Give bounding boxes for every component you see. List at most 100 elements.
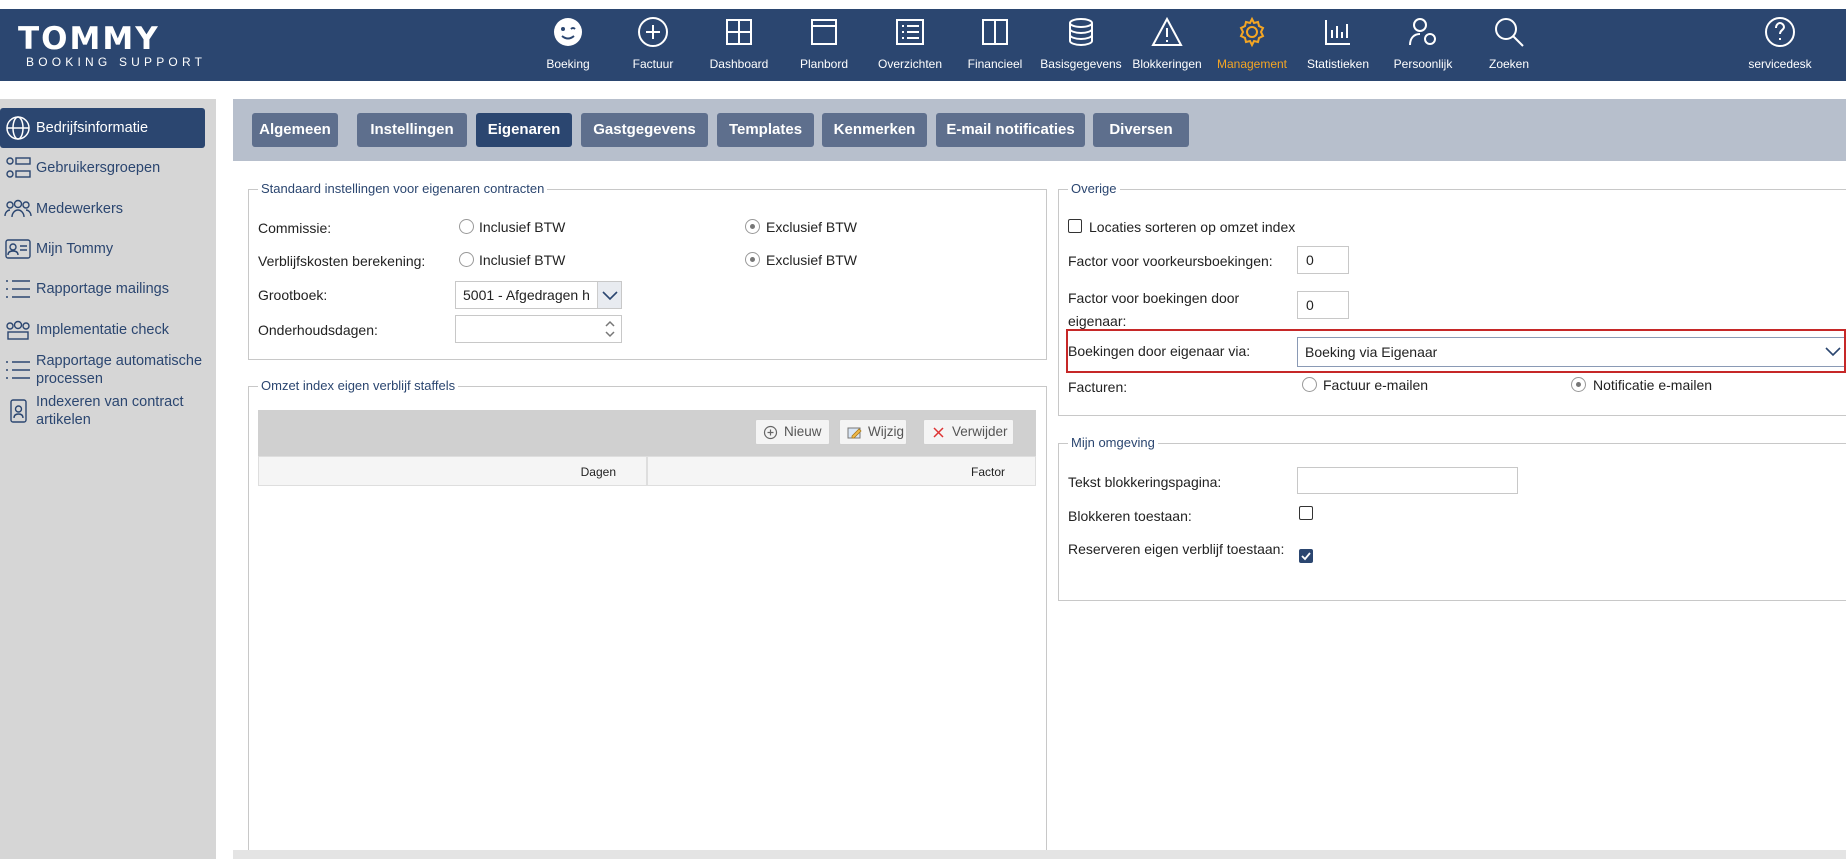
nav-planbord[interactable]: Planbord xyxy=(781,9,867,81)
close-icon xyxy=(933,427,944,438)
plus-circle-icon xyxy=(638,17,668,47)
grid-toolbar: Nieuw Wijzig Verwijder xyxy=(258,410,1036,456)
sidebar-item-rapportage-automatische-processen[interactable]: Rapportage automatische processen xyxy=(0,350,205,390)
nav-label: Financieel xyxy=(967,57,1023,71)
sidebar-item-label: Implementatie check xyxy=(36,322,169,338)
blokkeren-toestaan-checkbox[interactable] xyxy=(1299,506,1313,520)
sidebar-item-medewerkers[interactable]: Medewerkers xyxy=(0,189,205,229)
blokkeren-toestaan-label: Blokkeren toestaan: xyxy=(1068,508,1192,524)
commissie-exclusief-radio[interactable] xyxy=(745,219,760,234)
nav-zoeken[interactable]: Zoeken xyxy=(1466,9,1552,81)
nav-label: Basisgegevens xyxy=(1040,57,1122,71)
nav-persoonlijk[interactable]: Persoonlijk xyxy=(1380,9,1466,81)
horizontal-scrollbar[interactable] xyxy=(233,850,1846,859)
nav-servicedesk[interactable]: servicedesk xyxy=(1737,9,1823,81)
verblijf-inclusief-label: Inclusief BTW xyxy=(479,252,566,268)
tab-email-notificaties[interactable]: E-mail notificaties xyxy=(936,113,1085,147)
tab-gastgegevens[interactable]: Gastgegevens xyxy=(581,113,708,147)
tekst-blokkeringspagina-input[interactable] xyxy=(1297,467,1518,494)
verblijf-inclusief-radio[interactable] xyxy=(459,252,474,267)
tab-kenmerken[interactable]: Kenmerken xyxy=(822,113,927,147)
nav-blokkeringen[interactable]: Blokkeringen xyxy=(1124,9,1210,81)
edit-icon xyxy=(847,427,862,439)
warning-icon xyxy=(1151,16,1183,46)
onderhoudsdagen-label: Onderhoudsdagen: xyxy=(258,322,378,338)
nav-management[interactable]: Management xyxy=(1209,9,1295,81)
sidebar-item-mijn-tommy[interactable]: Mijn Tommy xyxy=(0,229,205,269)
nav-boeking[interactable]: Boeking xyxy=(525,9,611,81)
logo-sub-text: BOOKING SUPPORT xyxy=(26,55,207,69)
grootboek-value: 5001 - Afgedragen h xyxy=(463,287,590,303)
sidebar-item-bedrijfsinformatie[interactable]: Bedrijfsinformatie xyxy=(0,108,205,148)
fieldset-legend: Mijn omgeving xyxy=(1068,435,1158,450)
grootboek-label: Grootboek: xyxy=(258,287,328,303)
tab-instellingen[interactable]: Instellingen xyxy=(357,113,467,147)
users-icon xyxy=(4,199,32,218)
reserveren-eigen-verblijf-label: Reserveren eigen verblijf toestaan: xyxy=(1068,541,1285,557)
tab-algemeen[interactable]: Algemeen xyxy=(252,113,338,147)
gear-icon xyxy=(1239,16,1265,48)
nav-label: Factuur xyxy=(632,57,674,71)
nav-label: Dashboard xyxy=(709,57,769,71)
smiley-icon xyxy=(554,18,582,46)
delete-button-label: Verwijder xyxy=(952,424,1008,439)
factor-eigenaar-label: Factor voor boekingen door eigenaar: xyxy=(1068,290,1240,329)
column-header-factor[interactable]: Factor xyxy=(647,456,1036,486)
nav-basisgegevens[interactable]: Basisgegevens xyxy=(1038,9,1124,81)
tab-bar: Algemeen Instellingen Eigenaren Gastgege… xyxy=(233,99,1846,161)
commissie-inclusief-radio[interactable] xyxy=(459,219,474,234)
nav-factuur[interactable]: Factuur xyxy=(610,9,696,81)
nav-financieel[interactable]: Financieel xyxy=(952,9,1038,81)
factor-eigenaar-input[interactable]: 0 xyxy=(1297,291,1349,319)
edit-button-label: Wijzig xyxy=(868,424,904,439)
new-button[interactable]: Nieuw xyxy=(755,419,830,445)
commissie-exclusief-label: Exclusief BTW xyxy=(766,219,858,235)
fieldset-legend: Overige xyxy=(1068,181,1120,196)
tab-eigenaren[interactable]: Eigenaren xyxy=(476,113,572,147)
nav-statistieken[interactable]: Statistieken xyxy=(1295,9,1381,81)
sidebar-item-label: Medewerkers xyxy=(36,201,124,217)
nav-label: Zoeken xyxy=(1488,57,1530,71)
commissie-inclusief-label: Inclusief BTW xyxy=(479,219,566,235)
chevron-down-icon[interactable] xyxy=(597,282,621,308)
grid-icon xyxy=(726,19,752,45)
verblijf-exclusief-radio[interactable] xyxy=(745,252,760,267)
users-check-icon xyxy=(6,320,30,340)
tab-diversen[interactable]: Diversen xyxy=(1093,113,1189,147)
tommy-logo[interactable]: TOMMY BOOKING SUPPORT xyxy=(18,23,206,69)
sidebar-item-label: Bedrijfsinformatie xyxy=(36,120,149,136)
list-icon xyxy=(6,280,30,298)
nav-label: Overzichten xyxy=(877,57,943,71)
reserveren-eigen-verblijf-checkbox[interactable] xyxy=(1299,549,1313,563)
sidebar-item-indexeren-contract-artikelen[interactable]: Indexeren van contract artikelen xyxy=(0,390,205,432)
factuur-emailen-label: Factuur e-mailen xyxy=(1323,377,1429,393)
onderhoudsdagen-input[interactable] xyxy=(455,315,622,343)
grootboek-select[interactable]: 5001 - Afgedragen h xyxy=(455,281,622,309)
nav-label: Statistieken xyxy=(1306,57,1370,71)
delete-button[interactable]: Verwijder xyxy=(923,419,1014,445)
column-header-dagen[interactable]: Dagen xyxy=(258,456,647,486)
sidebar-item-rapportage-mailings[interactable]: Rapportage mailings xyxy=(0,269,205,309)
sort-omzet-checkbox[interactable] xyxy=(1068,219,1082,233)
list-icon xyxy=(6,361,30,379)
fieldset-legend: Standaard instellingen voor eigenaren co… xyxy=(258,181,548,196)
fieldset-legend: Omzet index eigen verblijf staffels xyxy=(258,378,459,393)
nav-dashboard[interactable]: Dashboard xyxy=(696,9,782,81)
user-group-list-icon xyxy=(6,157,31,178)
notificatie-emailen-radio[interactable] xyxy=(1571,377,1586,392)
nav-overzichten[interactable]: Overzichten xyxy=(867,9,953,81)
factor-voorkeur-input[interactable]: 0 xyxy=(1297,246,1349,274)
bar-chart-icon xyxy=(1325,20,1350,45)
checkmark-icon xyxy=(1301,552,1311,561)
help-icon xyxy=(1765,17,1795,47)
database-icon xyxy=(1069,18,1093,47)
number-spinner-icon[interactable] xyxy=(604,318,616,340)
user-gear-icon xyxy=(1409,18,1436,46)
factuur-emailen-radio[interactable] xyxy=(1302,377,1317,392)
sidebar-item-gebruikersgroepen[interactable]: Gebruikersgroepen xyxy=(0,149,205,187)
logo-main-text: TOMMY xyxy=(18,21,160,57)
nav-label: Planbord xyxy=(799,57,849,71)
tab-templates[interactable]: Templates xyxy=(717,113,814,147)
edit-button[interactable]: Wijzig xyxy=(839,419,907,445)
sidebar-item-implementatie-check[interactable]: Implementatie check xyxy=(0,310,205,350)
